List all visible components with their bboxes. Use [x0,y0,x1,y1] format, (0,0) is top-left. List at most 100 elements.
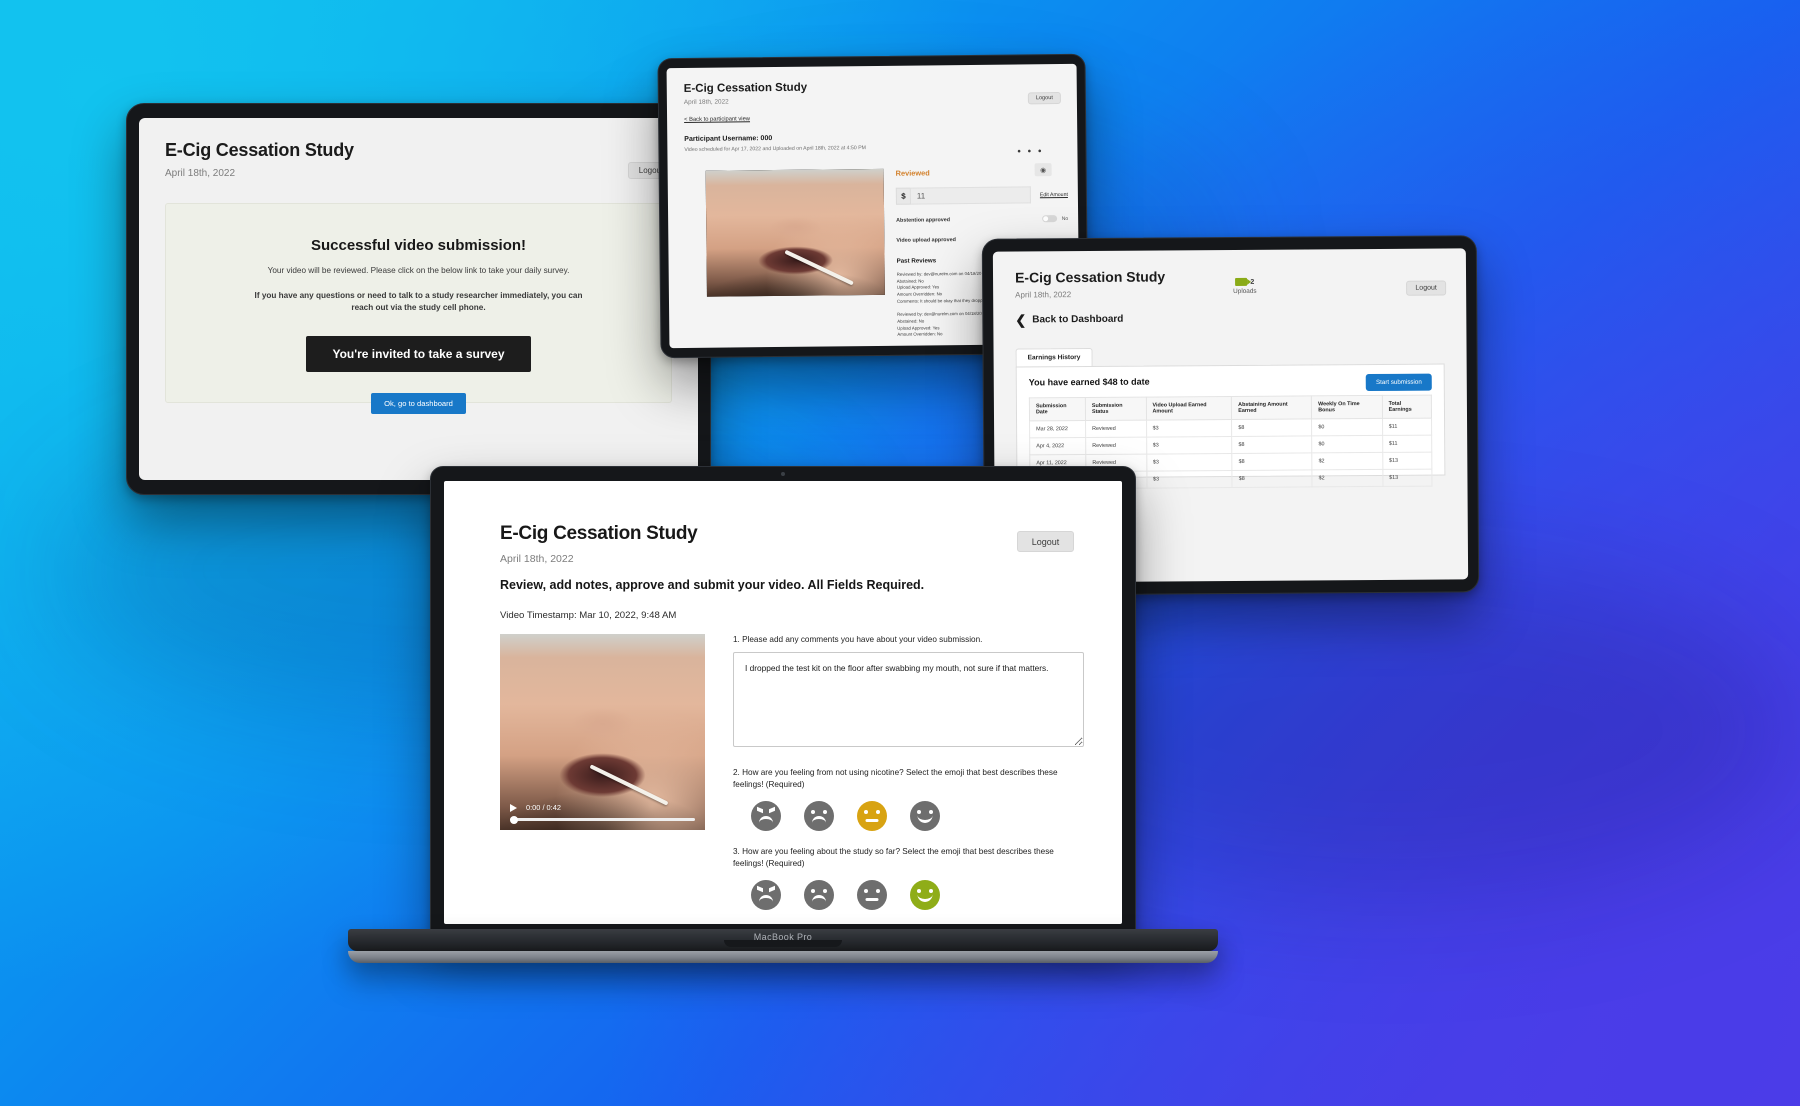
cell: $13 [1382,469,1432,487]
question-2-label: 2. How are you feeling from not using ni… [733,768,1058,789]
column-header: Video Upload Earned Amount [1145,396,1232,421]
emoji-sad-q2[interactable] [804,801,834,832]
eye-right [876,889,880,894]
go-to-dashboard-button[interactable]: Ok, go to dashboard [371,392,466,414]
back-to-dashboard-link[interactable]: ❮ Back to Dashboard [1015,311,1444,327]
video-camera-icon [1235,277,1248,286]
cell: $3 [1146,436,1233,455]
tablet-left-bezel: E-Cig Cessation Study April 18th, 2022 L… [126,103,711,495]
uploads-count-row: 2 [1233,277,1257,286]
mouth-frown [812,895,826,903]
chevron-left-icon: ❮ [1015,312,1027,328]
eye-right [929,810,933,815]
tablet-device-left: E-Cig Cessation Study April 18th, 2022 L… [126,103,711,495]
laptop-notch [724,940,842,947]
success-paragraph-2: If you have any questions or need to tal… [254,290,583,312]
eye-left [864,889,868,894]
laptop-foot [348,951,1218,963]
amount-field[interactable]: 11 [910,186,1031,205]
uploads-label: Uploads [1233,287,1257,295]
cell: $8 [1231,435,1312,454]
mouth-smile [917,894,933,903]
cell: $2 [1311,452,1383,470]
page-title: E-Cig Cessation Study [1014,268,1166,286]
video-timestamp: Video Timestamp: Mar 10, 2022, 9:48 AM [500,610,677,621]
tab-earnings-history[interactable]: Earnings History [1015,347,1093,367]
logout-button[interactable]: Logout [1017,531,1074,552]
success-heading: Successful video submission! [310,237,527,254]
mouth-frown [812,816,826,824]
emoji-neutral-q3[interactable] [857,880,887,911]
reviewer-header: E-Cig Cessation Study April 18th, 2022 <… [667,64,1078,155]
back-label: Back to Dashboard [1032,313,1124,326]
emoji-sad-q3[interactable] [804,880,834,911]
cell: $0 [1311,435,1383,453]
laptop-screen: E-Cig Cessation Study April 18th, 2022 R… [444,481,1122,924]
column-header: Total Earnings [1382,395,1432,419]
more-options-icon[interactable]: • • • [1017,146,1043,157]
eye-left [757,807,763,814]
abstention-toggle[interactable]: No [1041,215,1068,223]
take-survey-button[interactable]: You're invited to take a survey [306,335,531,372]
question-3-label: 3. How are you feeling about the study s… [733,847,1054,868]
cell: $11 [1382,435,1432,453]
edit-amount-link[interactable]: Edit Amount [1040,191,1068,197]
cell: $11 [1382,418,1432,436]
laptop-bezel: E-Cig Cessation Study April 18th, 2022 R… [430,466,1136,936]
participant-username: Participant Username: 000 [684,135,773,143]
laptop-base: MacBook Pro [348,929,1218,951]
mouth-frown [759,816,773,824]
tablet-left-header: E-Cig Cessation Study April 18th, 2022 [139,118,698,179]
cell: Mar 28, 2022 [1029,420,1086,438]
emoji-happy-q3[interactable] [910,880,940,911]
upload-info: Video scheduled for Apr 17, 2022 and Upl… [684,145,867,153]
questions-panel: 1. Please add any comments you have abou… [733,634,1122,911]
tablet-left-screen: E-Cig Cessation Study April 18th, 2022 L… [139,118,698,480]
back-to-participant-link[interactable]: < Back to participant view [684,116,750,123]
toggle-switch-icon[interactable] [1041,215,1057,223]
column-header: Submission Status [1085,397,1147,421]
mouth-frown [759,895,773,903]
success-paragraph-1: Your video will be reviewed. Please clic… [267,266,570,275]
column-header: Weekly On Time Bonus [1311,395,1383,419]
page-date: April 18th, 2022 [1015,290,1072,300]
emoji-angry-q2[interactable] [751,801,781,832]
video-player[interactable]: 0:00 / 0:42 [500,634,705,830]
instruction-text: Review, add notes, approve and submit yo… [500,578,925,592]
eye-icon[interactable]: ◉ [1034,163,1052,177]
earnings-header: E-Cig Cessation Study April 18th, 2022 2… [993,248,1468,489]
eye-right [769,807,775,814]
start-submission-button[interactable]: Start submission [1365,373,1432,392]
emoji-group-q3 [751,880,1084,911]
eye-left [811,810,815,815]
play-icon[interactable] [510,803,517,812]
mouth-flat [865,819,879,823]
emoji-angry-q3[interactable] [751,880,781,911]
video-shadow-overlay [706,236,885,297]
cell: Reviewed [1085,437,1147,455]
eye-left [917,810,921,815]
cell: $3 [1146,470,1233,489]
eye-right [876,810,880,815]
mouth-flat [865,898,879,902]
abstention-label: Abstention approved [896,216,951,224]
amount-row: $ 11 Edit Amount [895,186,1068,205]
eye-left [864,810,868,815]
cell: $8 [1232,469,1313,488]
column-header: Abstaining Amount Earned [1231,395,1312,420]
emoji-neutral-q2[interactable] [857,801,887,832]
video-scrubber[interactable] [510,815,695,824]
webcam-icon [781,472,785,476]
comments-textarea[interactable] [733,652,1084,748]
eye-left [811,889,815,894]
page-date: April 18th, 2022 [165,168,236,179]
logout-button[interactable]: Logout [1406,280,1447,296]
laptop-device: E-Cig Cessation Study April 18th, 2022 R… [348,466,1218,963]
eye-left [757,886,763,893]
logout-button[interactable]: Logout [1027,92,1061,105]
emoji-happy-q2[interactable] [910,801,940,832]
column-header: Submission Date [1029,397,1086,421]
video-controls[interactable]: 0:00 / 0:42 [500,803,705,830]
scrubber-handle[interactable] [510,815,518,824]
video-preview[interactable] [705,168,885,297]
